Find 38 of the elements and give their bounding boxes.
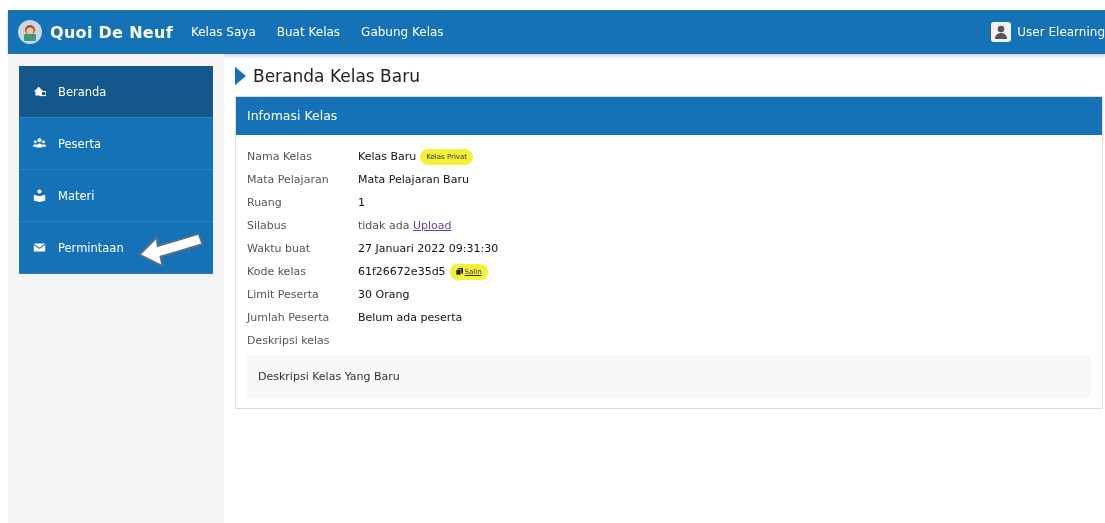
field-label: Nama Kelas (247, 149, 313, 165)
field-value: Mata Pelajaran Baru (358, 173, 469, 186)
field-value: 1 (358, 196, 365, 209)
page-title: Beranda Kelas Baru (253, 66, 420, 86)
upload-link[interactable]: Upload (412, 219, 452, 232)
sidebar-item[interactable]: Permintaan (19, 222, 213, 274)
copy-icon (455, 268, 463, 275)
field-label: Waktu buat (247, 241, 312, 257)
user-menu-link[interactable]: User Elearning (1017, 25, 1105, 39)
sidebar-item[interactable]: Materi (19, 170, 213, 222)
sidebar-item[interactable]: Beranda (19, 66, 213, 118)
reader-icon (33, 189, 46, 202)
field-value: 27 Januari 2022 09:31:30 (358, 242, 499, 255)
field-label: Mata Pelajaran (247, 172, 330, 188)
nav-link[interactable]: Gabung Kelas (361, 25, 444, 39)
field-label: Jumlah Peserta (247, 310, 331, 326)
nav-link[interactable]: Buat Kelas (276, 25, 341, 39)
triangle-icon (235, 66, 246, 86)
home-icon (33, 85, 46, 98)
field-value: 30 Orang (358, 288, 410, 301)
field-label: Ruang (247, 195, 283, 211)
user-icon (991, 22, 1012, 42)
avatar-icon (18, 20, 42, 44)
field-value: tidak ada Upload (358, 219, 452, 232)
card-header: Infomasi Kelas (236, 97, 1102, 135)
field-value: 61f26672e35d5 (358, 265, 446, 278)
field-label: Limit Peserta (247, 287, 320, 303)
users-icon (33, 137, 46, 150)
description-text: Deskripsi Kelas Yang Baru (247, 355, 1091, 398)
field-label: Kode kelas (247, 264, 307, 280)
mail-icon (33, 241, 46, 254)
field-label: Deskripsi kelas (247, 333, 331, 349)
field-value: Belum ada peserta (358, 311, 463, 324)
field-label: Silabus (247, 218, 288, 234)
brand-name[interactable]: Quoi De Neuf (50, 22, 173, 42)
nav-link[interactable]: Kelas Saya (190, 25, 256, 39)
sidebar-item[interactable]: Peserta (19, 118, 213, 170)
field-value: Kelas Baru (358, 150, 417, 163)
